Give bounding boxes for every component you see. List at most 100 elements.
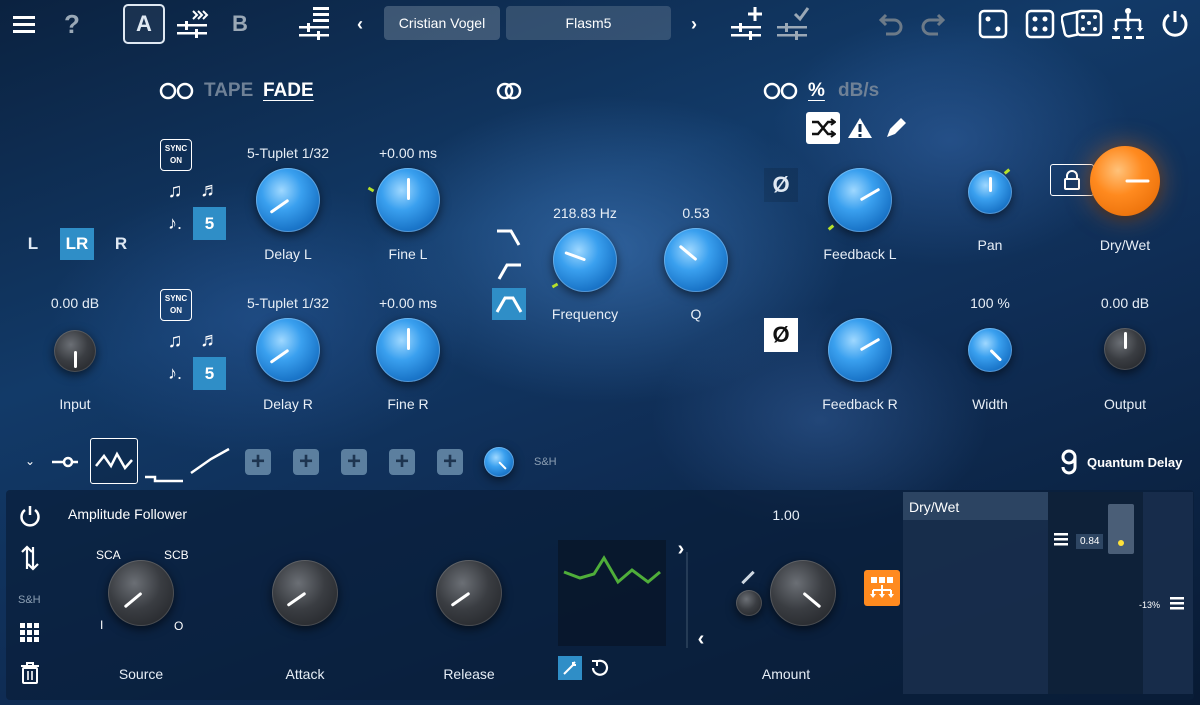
channel-r-button[interactable]: R xyxy=(106,228,136,260)
width-knob[interactable] xyxy=(968,328,1012,372)
attack-label: Attack xyxy=(285,666,325,682)
preset-list-icon[interactable] xyxy=(296,4,334,42)
width-label: Width xyxy=(972,396,1008,412)
scope-collapse-icon[interactable]: ‹ xyxy=(692,628,710,650)
feedback-l-mod-marker xyxy=(827,224,835,231)
fine-r-label: Fine R xyxy=(387,396,429,412)
note-eighth-icon[interactable]: ♫ xyxy=(162,178,188,204)
add-modulator-5-button[interactable]: + xyxy=(437,449,463,475)
delay-r-knob[interactable] xyxy=(256,318,320,382)
output-knob[interactable] xyxy=(1104,328,1146,370)
pencil-icon[interactable] xyxy=(880,112,912,144)
feedback-dbs-tab[interactable]: dB/s xyxy=(838,80,879,102)
target-min-handle-icon[interactable] xyxy=(1168,594,1186,612)
sync-r-button[interactable]: SYNC ON xyxy=(160,289,192,321)
delay-r-value: 5-Tuplet 1/32 xyxy=(247,295,329,311)
mod-source-link-icon[interactable] xyxy=(50,452,80,472)
note-eighth-r-icon[interactable]: ♫ xyxy=(162,328,188,354)
phase-invert-l-button[interactable]: Ø xyxy=(764,168,798,202)
preset-name-field[interactable]: Flasm5 xyxy=(506,6,671,40)
channel-lr-button[interactable]: LR xyxy=(60,228,94,260)
drywet-knob[interactable] xyxy=(1090,146,1160,216)
feedback-r-knob[interactable] xyxy=(828,318,892,382)
note-dotted-icon[interactable]: ♪. xyxy=(162,210,188,236)
fine-r-knob[interactable] xyxy=(376,318,440,382)
note-dotted-r-icon[interactable]: ♪. xyxy=(162,360,188,386)
delay-l-value: 5-Tuplet 1/32 xyxy=(247,145,329,161)
dice-randomize-all-icon[interactable] xyxy=(1060,6,1104,42)
help-icon[interactable]: ? xyxy=(58,8,86,40)
tape-mode-tab[interactable]: TAPE xyxy=(204,80,253,102)
sync-l-button[interactable]: SYNC ON xyxy=(160,139,192,171)
chevron-left-icon[interactable]: ‹ xyxy=(350,10,370,38)
warning-icon[interactable] xyxy=(844,112,876,144)
drywet-label: Dry/Wet xyxy=(1099,237,1151,253)
undo-icon[interactable] xyxy=(876,8,908,40)
dice-two-icon[interactable] xyxy=(975,6,1011,42)
fine-l-knob[interactable] xyxy=(376,168,440,232)
phase-invert-r-button[interactable]: Ø xyxy=(764,318,798,352)
routing-icon[interactable] xyxy=(1108,4,1148,44)
delay-l-knob[interactable] xyxy=(256,168,320,232)
target-slider[interactable] xyxy=(1108,504,1134,554)
target-name: Dry/Wet xyxy=(909,499,960,515)
preset-a-button[interactable]: A xyxy=(123,4,165,44)
lowpass-filter-icon[interactable] xyxy=(493,222,525,254)
add-modulator-1-button[interactable]: + xyxy=(245,449,271,475)
chevron-down-icon[interactable]: ⌄ xyxy=(20,450,40,472)
preset-author-field[interactable]: Cristian Vogel xyxy=(384,6,500,40)
mod-ramp-wave-icon[interactable] xyxy=(188,442,232,480)
q-knob[interactable] xyxy=(664,228,728,292)
stereo-link-icon[interactable] xyxy=(158,80,196,102)
copy-a-to-b-icon[interactable] xyxy=(174,6,210,40)
feedback-l-knob[interactable] xyxy=(828,168,892,232)
mod-power-icon[interactable] xyxy=(16,502,44,530)
source-knob[interactable] xyxy=(108,560,174,626)
mod-swap-icon[interactable] xyxy=(16,542,44,574)
mod-amount-mini-knob[interactable] xyxy=(484,447,514,477)
channel-l-button[interactable]: L xyxy=(18,228,48,260)
magic-wand-icon[interactable] xyxy=(558,656,582,680)
attack-knob[interactable] xyxy=(272,560,338,626)
output-value: 0.00 dB xyxy=(1100,295,1150,311)
lock-icon[interactable] xyxy=(1050,164,1094,196)
preset-b-button[interactable]: B xyxy=(224,6,256,42)
reset-icon[interactable] xyxy=(588,656,612,680)
bandpass-filter-icon[interactable] xyxy=(492,288,526,320)
mod-lfo-wave-icon[interactable] xyxy=(90,438,138,484)
trash-icon[interactable] xyxy=(16,658,44,688)
mod-grid-icon[interactable] xyxy=(16,620,44,646)
redo-icon[interactable] xyxy=(916,8,948,40)
power-icon[interactable] xyxy=(1158,6,1192,40)
save-new-preset-icon[interactable] xyxy=(728,4,766,42)
frequency-knob[interactable] xyxy=(553,228,617,292)
dice-four-icon[interactable] xyxy=(1022,6,1058,42)
target-max-handle-icon[interactable] xyxy=(1052,530,1070,548)
highpass-filter-icon[interactable] xyxy=(493,256,525,288)
tuplet-r-button[interactable]: 5 xyxy=(193,357,226,390)
feedback-link-icon[interactable] xyxy=(762,80,800,102)
add-modulator-4-button[interactable]: + xyxy=(389,449,415,475)
mod-routing-icon[interactable] xyxy=(864,570,900,606)
amount-knob[interactable] xyxy=(770,560,836,626)
note-triplet-r-icon[interactable]: ♬ xyxy=(196,326,224,354)
mod-step-wave-icon[interactable] xyxy=(142,448,184,486)
release-knob[interactable] xyxy=(436,560,502,626)
chevron-right-icon[interactable]: › xyxy=(684,10,704,38)
fade-mode-tab[interactable]: FADE xyxy=(263,80,314,102)
tuplet-l-button[interactable]: 5 xyxy=(193,207,226,240)
pan-knob[interactable] xyxy=(968,170,1012,214)
shuffle-icon[interactable] xyxy=(806,112,840,144)
q-label: Q xyxy=(690,306,702,322)
save-preset-icon[interactable] xyxy=(774,4,812,42)
input-knob[interactable] xyxy=(54,330,96,372)
input-label: Input xyxy=(59,396,91,412)
add-modulator-3-button[interactable]: + xyxy=(341,449,367,475)
fine-l-mod-marker xyxy=(367,186,375,193)
add-modulator-2-button[interactable]: + xyxy=(293,449,319,475)
amount-offset-knob[interactable] xyxy=(736,590,762,616)
menu-icon[interactable] xyxy=(10,10,38,38)
note-triplet-icon[interactable]: ♬ xyxy=(196,176,224,204)
filter-link-icon[interactable] xyxy=(494,80,524,102)
feedback-percent-tab[interactable]: % xyxy=(808,80,825,102)
